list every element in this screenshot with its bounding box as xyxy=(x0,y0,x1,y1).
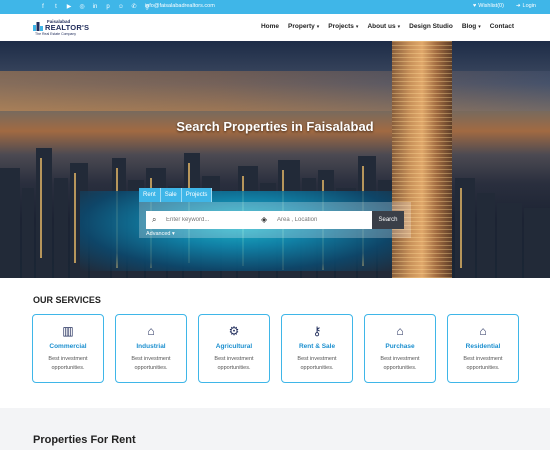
nav-about-label: About us xyxy=(367,23,396,30)
service-card-agricultural[interactable]: ⚙ Agricultural Best investment opportuni… xyxy=(198,314,270,383)
service-desc: Best investment opportunities. xyxy=(297,356,337,371)
search-bar: ⌕ ◈ Search xyxy=(146,211,404,229)
service-card-residential[interactable]: ⌂ Residential Best investment opportunit… xyxy=(447,314,519,383)
service-desc: Best investment opportunities. xyxy=(131,356,171,371)
service-cards: ▥ Commercial Best investment opportuniti… xyxy=(32,314,519,383)
whatsapp-icon[interactable]: ✆ xyxy=(130,3,138,11)
logo-tagline: The Real Estate Company xyxy=(35,32,77,36)
login-label: Login xyxy=(522,3,536,9)
nav-contact[interactable]: Contact xyxy=(490,23,514,30)
chevron-down-icon: ▾ xyxy=(397,23,401,30)
service-name: Industrial xyxy=(136,343,166,350)
nav-property-label: Property xyxy=(288,23,315,30)
social-links: f t ▶ ◎ in p ☺ ✆ g xyxy=(39,3,151,11)
main-nav: Home Property ▾ Projects ▾ About us ▾ Desig… xyxy=(261,23,514,30)
service-name: Agricultural xyxy=(215,343,253,350)
login-link[interactable]: ➜ Login xyxy=(516,3,536,9)
service-desc: Best investment opportunities. xyxy=(214,356,254,371)
email-link[interactable]: info@faisalabadrealtors.com xyxy=(145,3,215,9)
snapchat-icon[interactable]: ☺ xyxy=(117,3,125,11)
chevron-down-icon: ▾ xyxy=(316,23,320,30)
service-card-rent-sale[interactable]: ⚷ Rent & Sale Best investment opportunit… xyxy=(281,314,353,383)
nav-home[interactable]: Home xyxy=(261,23,279,30)
search-box: ⌕ ◈ Search xyxy=(139,202,411,238)
rent-title: Properties For Rent xyxy=(33,434,136,446)
tab-projects[interactable]: Projects xyxy=(181,188,213,202)
service-card-purchase[interactable]: ⌂ Purchase Best investment opportunities… xyxy=(364,314,436,383)
logo-building-icon xyxy=(33,22,43,31)
nav-property[interactable]: Property ▾ xyxy=(288,23,319,30)
facebook-icon[interactable]: f xyxy=(39,3,47,11)
pinterest-icon[interactable]: p xyxy=(104,3,112,11)
top-bar: f t ▶ ◎ in p ☺ ✆ g info@faisalabadrealto… xyxy=(0,0,550,14)
nav-design-studio[interactable]: Design Studio xyxy=(409,23,453,30)
home-icon: ⌂ xyxy=(479,324,487,338)
login-icon: ➜ xyxy=(515,3,521,9)
search-tabs: Rent Sale Projects xyxy=(139,188,213,202)
service-name: Commercial xyxy=(49,343,87,350)
service-name: Residential xyxy=(465,343,501,350)
twitter-icon[interactable]: t xyxy=(52,3,60,11)
services-title: OUR SERVICES xyxy=(33,295,101,305)
service-card-commercial[interactable]: ▥ Commercial Best investment opportuniti… xyxy=(32,314,104,383)
advanced-search-toggle[interactable]: Advanced ▾ xyxy=(146,231,175,237)
advanced-label: Advanced xyxy=(146,231,171,237)
hero-title: Search Properties in Faisalabad xyxy=(176,119,374,134)
chevron-down-icon: ▾ xyxy=(478,23,481,30)
search-button[interactable]: Search xyxy=(372,211,404,229)
instagram-icon[interactable]: ◎ xyxy=(78,3,86,11)
factory-icon: ⌂ xyxy=(147,324,155,338)
building-icon: ▥ xyxy=(62,324,74,338)
caret-down-icon: ▾ xyxy=(172,231,175,237)
tractor-icon: ⚙ xyxy=(228,324,240,338)
service-name: Rent & Sale xyxy=(298,343,336,350)
house-icon: ⌂ xyxy=(396,324,404,338)
location-icon: ◈ xyxy=(261,215,268,224)
linkedin-icon[interactable]: in xyxy=(91,3,99,11)
service-desc: Best investment opportunities. xyxy=(463,356,503,371)
chevron-down-icon: ▾ xyxy=(355,23,359,30)
hero-banner: Search Properties in Faisalabad Rent Sal… xyxy=(0,41,550,278)
rent-section: Properties For Rent xyxy=(0,408,550,450)
nav-contact-label: Contact xyxy=(489,23,514,30)
tab-sale[interactable]: Sale xyxy=(160,188,182,202)
tower-lights xyxy=(392,41,452,278)
search-icon: ⌕ xyxy=(152,215,157,224)
key-hand-icon: ⚷ xyxy=(312,324,322,338)
service-name: Purchase xyxy=(385,343,415,350)
header: Faisalabad REALTOR'S The Real Estate Com… xyxy=(0,14,550,41)
top-right-links: ♥ Wishlist(0) ➜ Login xyxy=(473,3,536,9)
keyword-input[interactable] xyxy=(166,213,256,227)
youtube-icon[interactable]: ▶ xyxy=(65,3,73,11)
service-desc: Best investment opportunities. xyxy=(380,356,420,371)
heart-icon: ♥ xyxy=(472,3,477,9)
services-section: OUR SERVICES ▥ Commercial Best investmen… xyxy=(0,278,550,408)
wishlist-label: Wishlist(0) xyxy=(478,3,504,9)
logo-main: REALTOR'S xyxy=(45,23,90,32)
service-desc: Best investment opportunities. xyxy=(48,356,88,371)
nav-projects[interactable]: Projects ▾ xyxy=(328,23,358,30)
tab-rent[interactable]: Rent xyxy=(139,188,161,202)
nav-blog[interactable]: Blog ▾ xyxy=(462,23,481,30)
nav-blog-label: Blog xyxy=(461,23,477,30)
sky-glow xyxy=(0,71,550,111)
nav-about[interactable]: About us ▾ xyxy=(367,23,400,30)
nav-home-label: Home xyxy=(260,23,280,30)
logo[interactable]: Faisalabad REALTOR'S The Real Estate Com… xyxy=(33,19,89,37)
location-input[interactable] xyxy=(277,213,367,227)
nav-projects-label: Projects xyxy=(328,23,354,30)
service-card-industrial[interactable]: ⌂ Industrial Best investment opportuniti… xyxy=(115,314,187,383)
nav-design-studio-label: Design Studio xyxy=(409,23,453,30)
wishlist-link[interactable]: ♥ Wishlist(0) xyxy=(473,3,504,9)
